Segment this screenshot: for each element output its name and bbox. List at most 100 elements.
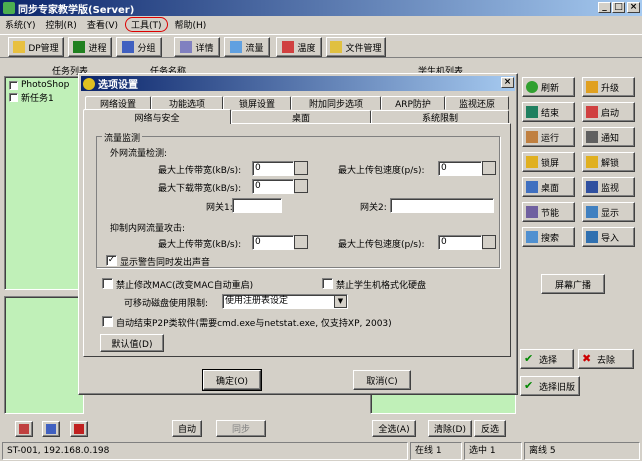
spin-icon[interactable] — [482, 161, 496, 175]
task-item[interactable]: PhotoShop — [9, 80, 83, 90]
auto-button[interactable]: 自动 — [172, 420, 202, 437]
external-traffic-label: 外网流量检测: — [110, 149, 168, 159]
menu-system[interactable]: 系统(Y) — [0, 18, 41, 31]
app-icon — [3, 2, 15, 14]
tab-function-options[interactable]: 功能选项 — [151, 96, 223, 110]
max-upload-pps-input[interactable]: 0 — [438, 161, 482, 176]
upgrade-button[interactable]: 升级 — [582, 77, 635, 97]
menu-view[interactable]: 查看(V) — [82, 18, 123, 31]
tab-arp-protection[interactable]: ARP防护 — [381, 96, 445, 110]
end-icon — [526, 106, 538, 118]
maximize-button[interactable]: □ — [612, 2, 625, 13]
gateway1-input[interactable] — [232, 198, 282, 213]
p2p-label: 自动结束P2P类软件(需要cmd.exe与netstat.exe, 仅支持XP,… — [116, 319, 392, 329]
edit-task-button[interactable] — [42, 421, 60, 437]
options-dialog: 选项设置 × 网络设置 功能选项 锁屏设置 附加同步选项 ARP防护 监视还原 … — [78, 73, 518, 395]
max-download-bandwidth-label: 最大下载带宽(kB/s): — [158, 184, 242, 194]
gateway2-input[interactable] — [390, 198, 494, 213]
lower-left-list[interactable] — [4, 296, 84, 414]
dialog-title: 选项设置 — [98, 80, 138, 91]
task-list[interactable]: PhotoShop 新任务1 — [4, 76, 84, 290]
p2p-checkbox[interactable] — [102, 316, 113, 327]
menu-control[interactable]: 控制(R) — [41, 18, 82, 31]
tab-network-security[interactable]: 网络与安全 — [83, 109, 231, 124]
end-button[interactable]: 结束 — [522, 102, 575, 122]
spin-icon[interactable] — [482, 235, 496, 249]
toolbar-details-button[interactable]: 详情 — [174, 37, 220, 57]
chevron-down-icon[interactable]: ▼ — [334, 295, 347, 308]
remove-button[interactable]: ✖ 去除 — [578, 349, 634, 369]
spin-icon[interactable] — [294, 161, 308, 175]
process-icon — [73, 41, 86, 53]
lock-screen-button[interactable]: 锁屏 — [522, 152, 575, 172]
screen-broadcast-button[interactable]: 屏幕广播 — [541, 274, 605, 294]
menu-tools[interactable]: 工具(T) — [125, 17, 168, 32]
select-old-button[interactable]: ✔ 选择旧版 — [520, 376, 580, 396]
delete-icon — [74, 424, 84, 434]
tab-additional-sync[interactable]: 附加同步选项 — [291, 96, 381, 110]
dialog-close-button[interactable]: × — [501, 77, 514, 88]
spin-icon[interactable] — [294, 235, 308, 249]
tab-page: 流量监测 外网流量检测: 最大上传带宽(kB/s): 0 最大上传包速度(p/s… — [83, 123, 511, 357]
close-button[interactable]: × — [627, 2, 640, 13]
start-icon — [586, 106, 598, 118]
tab-desktop[interactable]: 桌面 — [231, 110, 371, 124]
display-button[interactable]: 显示 — [582, 202, 635, 222]
import-button[interactable]: 导入 — [582, 227, 635, 247]
run-button[interactable]: 运行 — [522, 127, 575, 147]
cancel-button[interactable]: 取消(C) — [353, 370, 411, 390]
toolbar-traffic-button[interactable]: 流量 — [224, 37, 270, 57]
no-format-label: 禁止学生机格式化硬盘 — [336, 281, 427, 291]
toolbar-process-button[interactable]: 进程 — [68, 37, 112, 57]
select-button[interactable]: ✔ 选择 — [520, 349, 574, 369]
max-upload-bandwidth2-input[interactable]: 0 — [252, 235, 294, 250]
no-format-checkbox[interactable] — [322, 278, 333, 289]
details-icon — [180, 41, 193, 53]
window-title: 同步专家教学版(Server) — [18, 4, 135, 16]
refresh-icon — [526, 81, 538, 93]
add-task-button[interactable] — [15, 421, 33, 437]
menu-help[interactable]: 帮助(H) — [170, 18, 212, 31]
max-upload-pps2-label: 最大上传包速度(p/s): — [338, 240, 425, 250]
delete-task-button[interactable] — [70, 421, 88, 437]
monitor-icon — [586, 181, 598, 193]
default-values-button[interactable]: 默认值(D) — [100, 334, 164, 352]
gateway1-label: 网关1: — [206, 203, 233, 213]
task-checkbox[interactable] — [9, 93, 18, 102]
toolbar-temperature-button[interactable]: 温度 — [276, 37, 322, 57]
tab-system-restrictions[interactable]: 系统限制 — [371, 110, 509, 124]
search-button[interactable]: 搜索 — [522, 227, 575, 247]
ok-button[interactable]: 确定(O) — [202, 369, 262, 391]
tab-lock-screen[interactable]: 锁屏设置 — [223, 96, 291, 110]
unlock-button[interactable]: 解锁 — [582, 152, 635, 172]
warn-sound-checkbox[interactable]: ✓ — [106, 255, 117, 266]
select-all-button[interactable]: 全选(A) — [372, 420, 416, 437]
notify-button[interactable]: 通知 — [582, 127, 635, 147]
sync-button[interactable]: 同步 — [216, 420, 266, 437]
toolbar-group-button[interactable]: 分组 — [116, 37, 162, 57]
warn-sound-label: 显示警告同时发出声音 — [120, 258, 211, 268]
check-icon: ✔ — [524, 379, 534, 392]
tab-monitor-restore[interactable]: 监视还原 — [445, 96, 509, 110]
toolbar-dp-button[interactable]: DP管理 — [8, 37, 64, 57]
minimize-button[interactable]: _ — [598, 2, 611, 13]
toolbar-files-button[interactable]: 文件管理 — [326, 37, 386, 57]
max-download-bandwidth-input[interactable]: 0 — [252, 179, 294, 194]
dialog-app-icon — [83, 77, 95, 90]
power-save-button[interactable]: 节能 — [522, 202, 575, 222]
monitor-button[interactable]: 监视 — [582, 177, 635, 197]
no-mac-checkbox[interactable] — [102, 278, 113, 289]
desktop-button[interactable]: 桌面 — [522, 177, 575, 197]
clear-button[interactable]: 清除(D) — [428, 420, 472, 437]
tab-network-settings[interactable]: 网络设置 — [85, 96, 151, 110]
max-upload-bandwidth-input[interactable]: 0 — [252, 161, 294, 176]
status-offline: 离线 5 — [524, 442, 640, 460]
removable-disk-select[interactable]: 使用注册表设定 — [222, 294, 348, 309]
invert-button[interactable]: 反选 — [474, 420, 506, 437]
task-item[interactable]: 新任务1 — [9, 91, 83, 104]
refresh-button[interactable]: 刷新 — [522, 77, 575, 97]
spin-icon[interactable] — [294, 179, 308, 193]
task-checkbox[interactable] — [9, 80, 18, 90]
start-button[interactable]: 启动 — [582, 102, 635, 122]
max-upload-pps2-input[interactable]: 0 — [438, 235, 482, 250]
